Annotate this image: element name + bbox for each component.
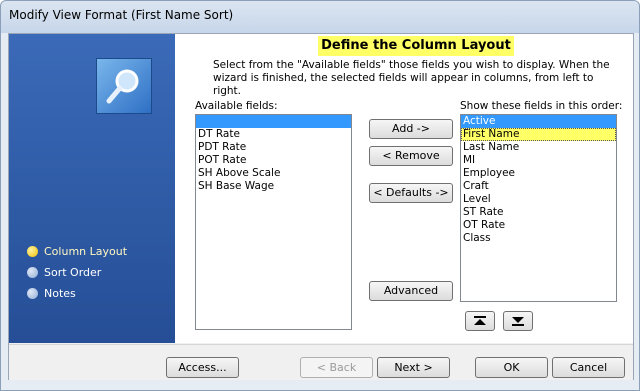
list-item[interactable]: Craft: [461, 180, 616, 193]
list-item[interactable]: First Name: [461, 128, 616, 141]
access-button[interactable]: Access...: [166, 357, 239, 378]
available-fields-label: Available fields:: [195, 100, 278, 112]
move-down-button[interactable]: [503, 311, 533, 331]
page-heading: Define the Column Layout: [318, 36, 514, 56]
magnifier-icon: [96, 58, 152, 114]
move-down-icon: [512, 317, 524, 326]
wizard-sidebar: Column Layout Sort Order Notes: [9, 34, 175, 343]
page-description: Select from the "Available fields" those…: [213, 59, 610, 97]
step-bullet-icon: [27, 267, 38, 278]
show-fields-label: Show these fields in this order:: [460, 100, 623, 112]
window-title: Modify View Format (First Name Sort): [9, 8, 234, 22]
list-item[interactable]: DT Rate: [196, 128, 351, 141]
show-fields-list[interactable]: Active First Name Last Name MI Employee …: [460, 114, 617, 302]
dialog-footer: Access... < Back Next > OK Cancel: [9, 344, 633, 380]
list-item[interactable]: Class: [461, 232, 616, 245]
defaults-button[interactable]: < Defaults ->: [369, 183, 453, 203]
step-bullet-icon: [27, 288, 38, 299]
move-up-button[interactable]: [465, 311, 495, 331]
step-label: Notes: [44, 287, 76, 300]
list-item[interactable]: PDT Rate: [196, 141, 351, 154]
dialog-client: Column Layout Sort Order Notes Define th…: [8, 33, 634, 380]
available-fields-list[interactable]: DT Rate PDT Rate POT Rate SH Above Scale…: [195, 114, 352, 330]
list-item[interactable]: SH Above Scale: [196, 167, 351, 180]
back-button[interactable]: < Back: [300, 357, 373, 378]
add-button[interactable]: Add ->: [369, 119, 453, 139]
list-item[interactable]: Active: [461, 115, 616, 128]
list-item[interactable]: Last Name: [461, 141, 616, 154]
list-item[interactable]: POT Rate: [196, 154, 351, 167]
cancel-button[interactable]: Cancel: [552, 357, 625, 378]
advanced-button[interactable]: Advanced: [369, 281, 453, 301]
move-up-icon: [474, 316, 486, 325]
next-button[interactable]: Next >: [377, 357, 450, 378]
list-item[interactable]: MI: [461, 154, 616, 167]
list-item[interactable]: OT Rate: [461, 219, 616, 232]
list-item[interactable]: Employee: [461, 167, 616, 180]
step-label: Column Layout: [44, 245, 128, 258]
remove-button[interactable]: < Remove: [369, 146, 453, 166]
step-column-layout: Column Layout: [27, 245, 127, 258]
list-item[interactable]: SH Base Wage: [196, 180, 351, 193]
step-notes: Notes: [27, 287, 76, 300]
list-item[interactable]: ST Rate: [461, 206, 616, 219]
step-active-bullet-icon: [27, 246, 38, 257]
dialog-window: Modify View Format (First Name Sort) Col…: [0, 0, 640, 391]
ok-button[interactable]: OK: [475, 357, 548, 378]
title-bar: Modify View Format (First Name Sort): [1, 1, 639, 33]
list-item[interactable]: Level: [461, 193, 616, 206]
list-item[interactable]: [196, 115, 351, 128]
step-label: Sort Order: [44, 266, 102, 279]
step-sort-order: Sort Order: [27, 266, 101, 279]
wizard-main-panel: Define the Column Layout Select from the…: [175, 34, 633, 343]
